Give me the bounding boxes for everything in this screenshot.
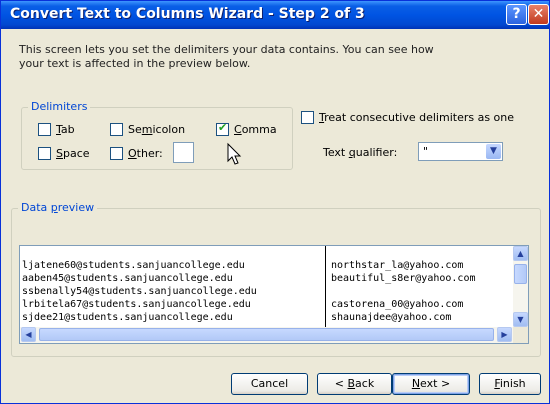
vertical-scroll-thumb[interactable] <box>514 264 527 284</box>
text-qualifier-label: Text qualifier: <box>323 146 398 159</box>
other-delimiter-input[interactable] <box>173 142 194 163</box>
scrollbar-corner <box>513 327 528 343</box>
finish-button[interactable]: Finish <box>479 373 541 395</box>
comma-label[interactable]: Comma <box>234 123 277 136</box>
horizontal-scrollbar[interactable]: ◀ ▶ <box>20 327 513 343</box>
scroll-left-icon[interactable]: ◀ <box>21 327 36 342</box>
text-qualifier-value: " <box>423 145 429 158</box>
other-label[interactable]: Other: <box>128 147 163 160</box>
next-button[interactable]: Next > <box>392 373 470 395</box>
column-divider[interactable] <box>325 246 326 327</box>
data-preview-legend: Data preview <box>18 201 98 214</box>
semicolon-checkbox[interactable] <box>110 123 123 136</box>
semicolon-label[interactable]: Semicolon <box>128 123 185 136</box>
comma-checkbox[interactable]: ✔ <box>216 121 229 136</box>
delimiters-group: Delimiters Tab Semicolon ✔ Comma Space O… <box>21 100 293 170</box>
chevron-down-icon[interactable]: ▼ <box>486 144 501 159</box>
tab-checkbox[interactable] <box>38 123 51 136</box>
scroll-right-icon[interactable]: ▶ <box>497 327 512 342</box>
help-button[interactable]: ? <box>506 4 527 25</box>
title-bar[interactable]: Convert Text to Columns Wizard - Step 2 … <box>1 1 549 29</box>
checkmark-icon: ✔ <box>218 121 228 134</box>
cancel-button[interactable]: Cancel <box>231 373 308 395</box>
tab-label[interactable]: Tab <box>56 123 75 136</box>
vertical-scrollbar[interactable]: ▲ ▼ <box>513 246 528 327</box>
space-checkbox[interactable] <box>38 147 51 160</box>
mouse-cursor-icon <box>227 142 242 165</box>
other-checkbox[interactable] <box>110 147 123 160</box>
back-button[interactable]: < Back <box>317 373 392 395</box>
window-title: Convert Text to Columns Wizard - Step 2 … <box>10 6 365 22</box>
close-button[interactable]: ✕ <box>528 4 549 25</box>
scroll-down-icon[interactable]: ▼ <box>513 312 528 327</box>
delimiters-legend: Delimiters <box>28 100 91 113</box>
text-qualifier-select[interactable]: " ▼ <box>418 142 503 161</box>
horizontal-scroll-thumb[interactable] <box>39 328 494 341</box>
consecutive-delimiters-checkbox[interactable] <box>301 111 314 124</box>
data-preview-grid[interactable]: ljatene60@students.sanjuancollege.edu nor… <box>19 245 529 344</box>
consecutive-delimiters-label[interactable]: Treat consecutive delimiters as one <box>319 111 514 124</box>
description-text: This screen lets you set the delimiters … <box>19 43 434 70</box>
space-label[interactable]: Space <box>56 147 90 160</box>
wizard-dialog: Convert Text to Columns Wizard - Step 2 … <box>0 0 550 404</box>
scroll-up-icon[interactable]: ▲ <box>513 246 528 261</box>
